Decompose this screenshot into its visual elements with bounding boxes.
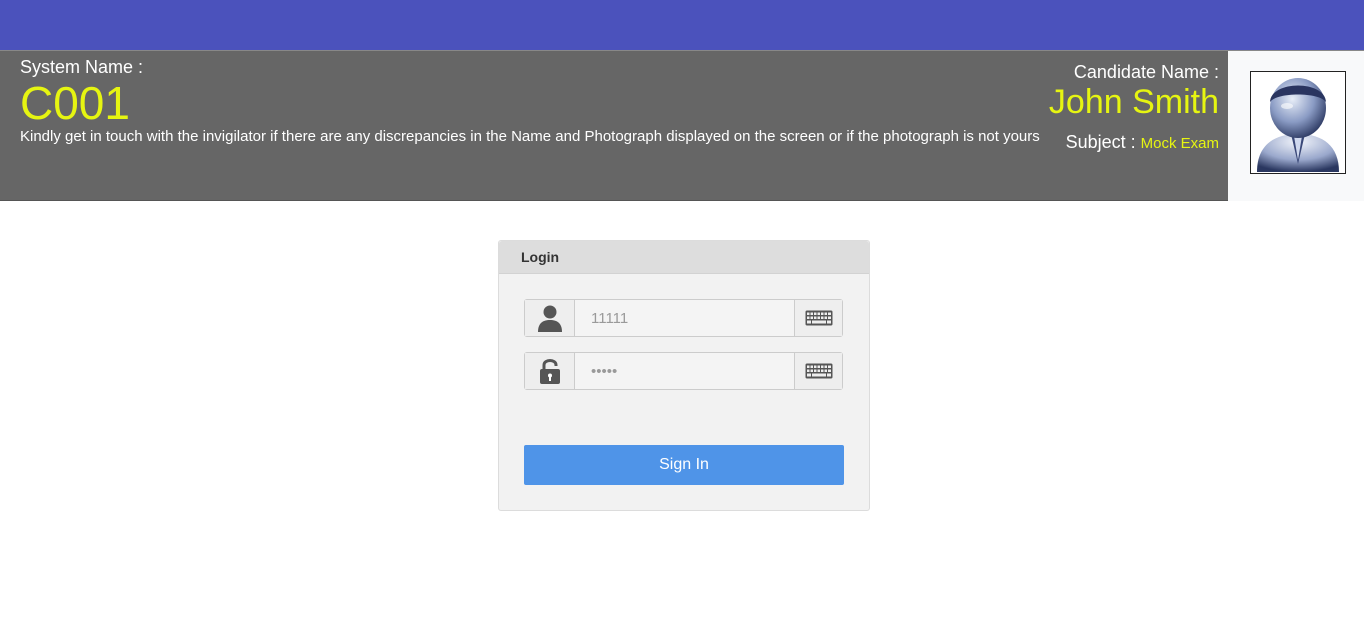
username-input[interactable] — [575, 300, 794, 336]
login-panel: Login 11111 Sign In — [498, 240, 870, 511]
subject-line: Subject : Mock Exam — [1066, 132, 1219, 153]
subject-value: Mock Exam — [1140, 135, 1219, 152]
discrepancy-notice: Kindly get in touch with the invigilator… — [20, 128, 1040, 145]
top-bar — [0, 0, 1364, 50]
system-name-label: System Name : — [20, 57, 144, 77]
keyboard-icon — [805, 310, 832, 326]
username-keyboard-button[interactable] — [794, 300, 842, 336]
keyboard-icon — [805, 363, 832, 379]
lock-icon-addon — [525, 353, 575, 389]
lock-icon — [539, 359, 560, 384]
candidate-photo — [1250, 71, 1346, 174]
subject-label: Subject : — [1065, 132, 1141, 152]
password-input[interactable] — [575, 353, 794, 389]
photo-container — [1228, 51, 1364, 201]
candidate-name-label: Candidate Name : — [1073, 62, 1219, 82]
login-title: Login — [499, 241, 869, 274]
candidate-header: System Name : C001 Kindly get in touch w… — [0, 50, 1364, 201]
candidate-avatar-icon — [1257, 78, 1339, 172]
sign-in-button[interactable]: Sign In — [524, 445, 844, 485]
username-group — [524, 299, 843, 337]
password-keyboard-button[interactable] — [794, 353, 842, 389]
user-icon-addon — [525, 300, 575, 336]
system-name-value: C001 — [20, 77, 130, 129]
password-group — [524, 352, 843, 390]
candidate-name-value: John Smith — [1048, 83, 1219, 121]
user-icon — [537, 305, 562, 332]
